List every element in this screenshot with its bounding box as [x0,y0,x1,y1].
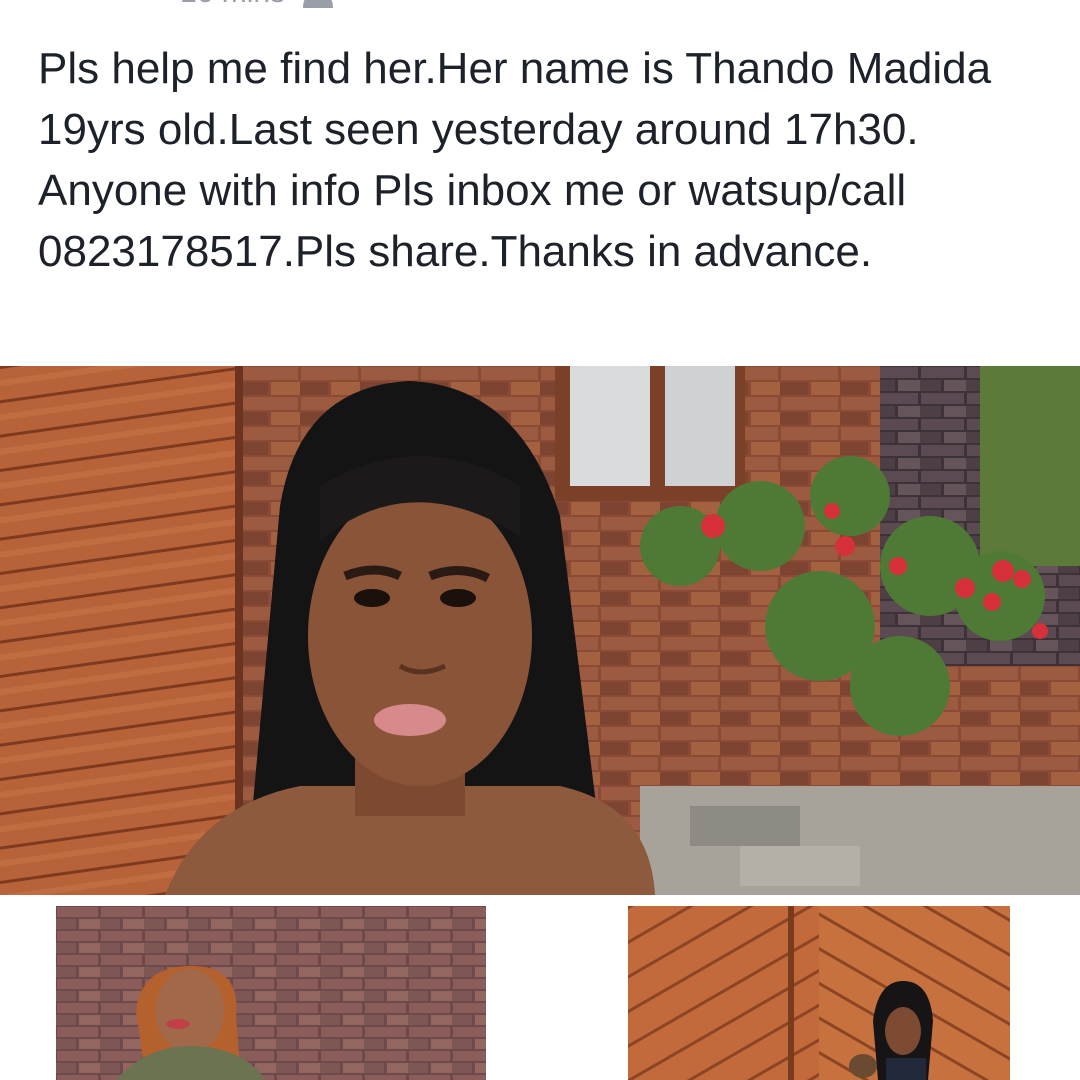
post-message: Pls help me find her.Her name is Thando … [38,44,992,276]
thumbnail-photo-wooden-door[interactable] [628,906,1010,1080]
friends-icon [303,0,334,8]
thumbnail-photo-brick-wall[interactable] [56,906,486,1080]
post-timestamp[interactable]: 16 mins [180,0,285,10]
main-photo[interactable] [0,366,1080,895]
post-header: 16 mins [180,0,334,10]
